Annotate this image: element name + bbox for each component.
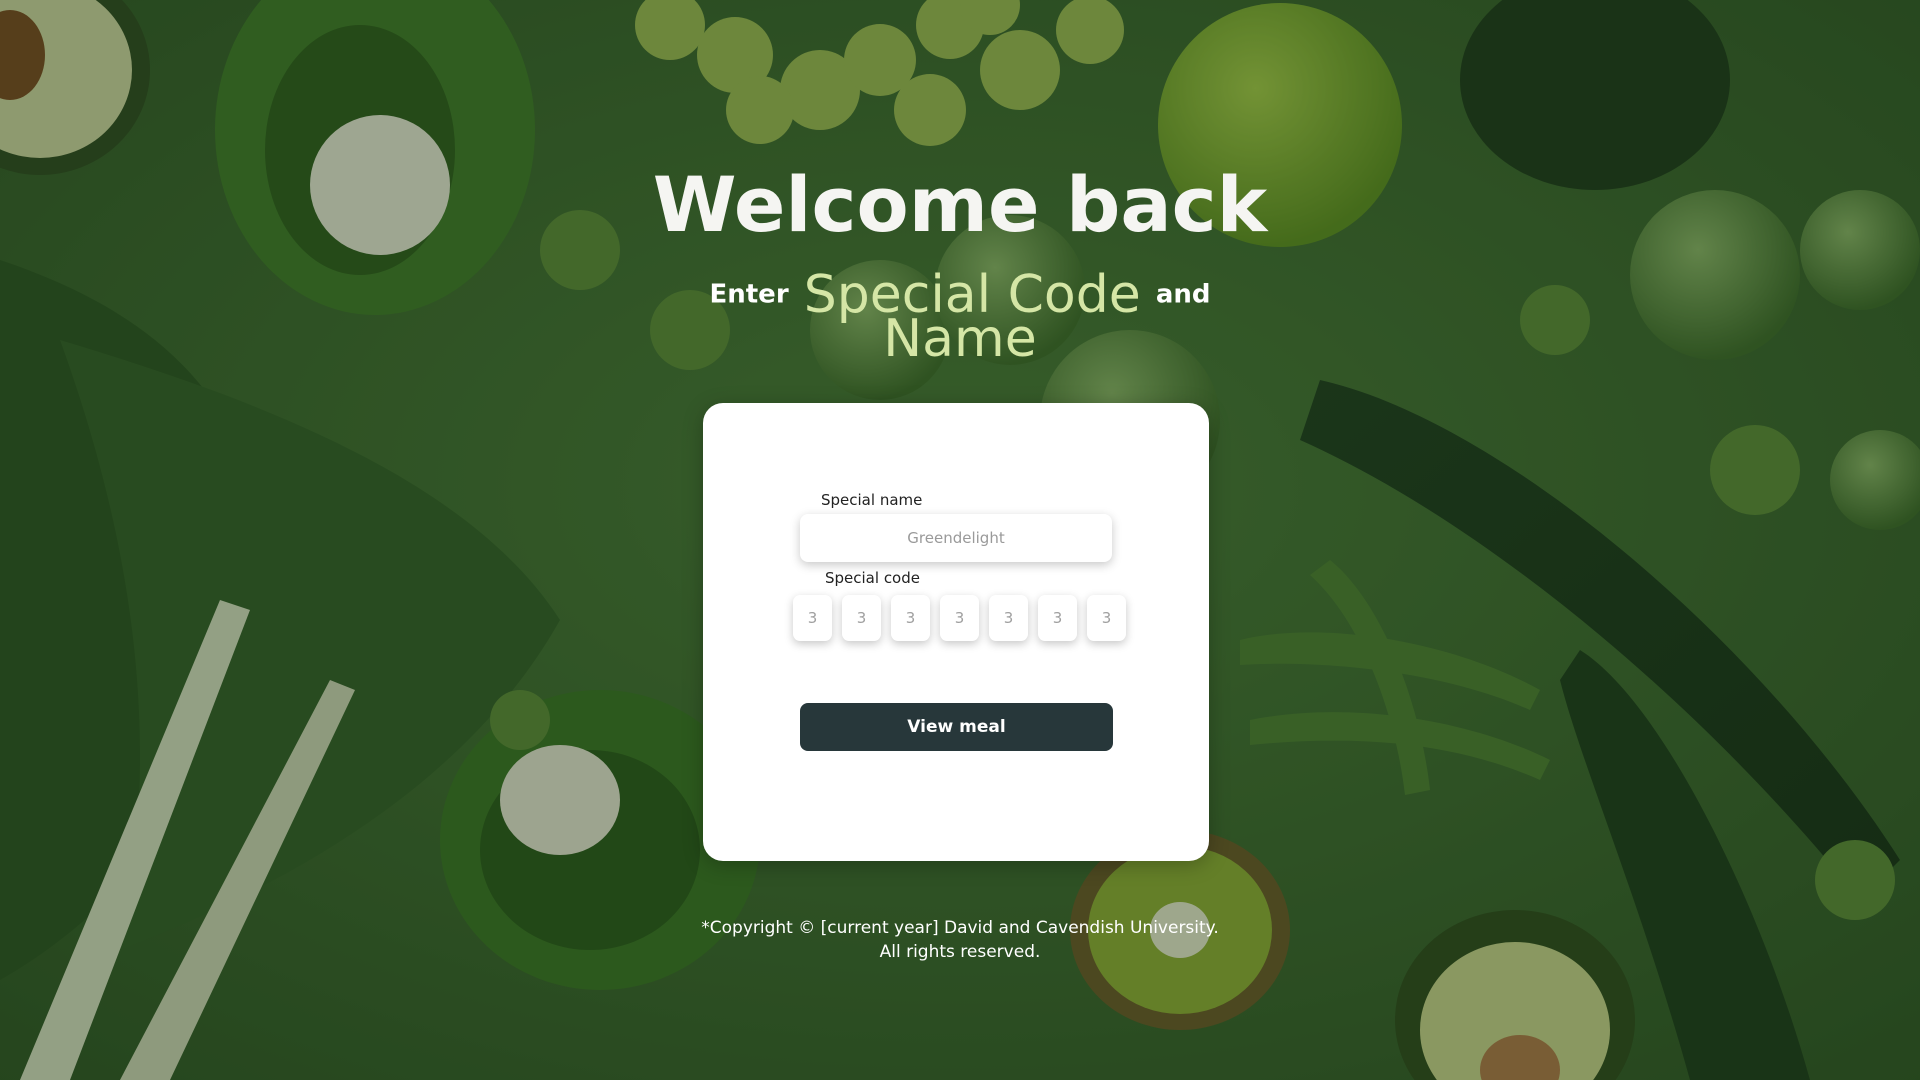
subtitle-name: Name bbox=[883, 308, 1037, 369]
login-card: Special name Special code View meal bbox=[703, 403, 1209, 861]
page-title: Welcome back bbox=[652, 160, 1268, 249]
code-digit-6[interactable] bbox=[1038, 595, 1077, 641]
code-digit-7[interactable] bbox=[1087, 595, 1126, 641]
view-meal-button[interactable]: View meal bbox=[800, 703, 1113, 751]
code-digit-3[interactable] bbox=[891, 595, 930, 641]
code-digit-4[interactable] bbox=[940, 595, 979, 641]
code-digit-5[interactable] bbox=[989, 595, 1028, 641]
subtitle-enter: Enter bbox=[709, 279, 789, 310]
login-page: Welcome back Enter Special Code and Name… bbox=[0, 0, 1920, 1080]
copyright-footer: *Copyright © [current year] David and Ca… bbox=[660, 916, 1260, 964]
copyright-line-2: All rights reserved. bbox=[879, 942, 1041, 962]
special-code-inputs bbox=[789, 595, 1129, 643]
special-name-label: Special name bbox=[821, 491, 923, 509]
special-name-input[interactable] bbox=[800, 514, 1112, 562]
special-code-label: Special code bbox=[825, 569, 920, 587]
code-digit-1[interactable] bbox=[793, 595, 832, 641]
copyright-line-1: *Copyright © [current year] David and Ca… bbox=[701, 918, 1219, 938]
page-subtitle: Enter Special Code and Name bbox=[700, 269, 1220, 369]
code-digit-2[interactable] bbox=[842, 595, 881, 641]
subtitle-and: and bbox=[1155, 279, 1211, 310]
